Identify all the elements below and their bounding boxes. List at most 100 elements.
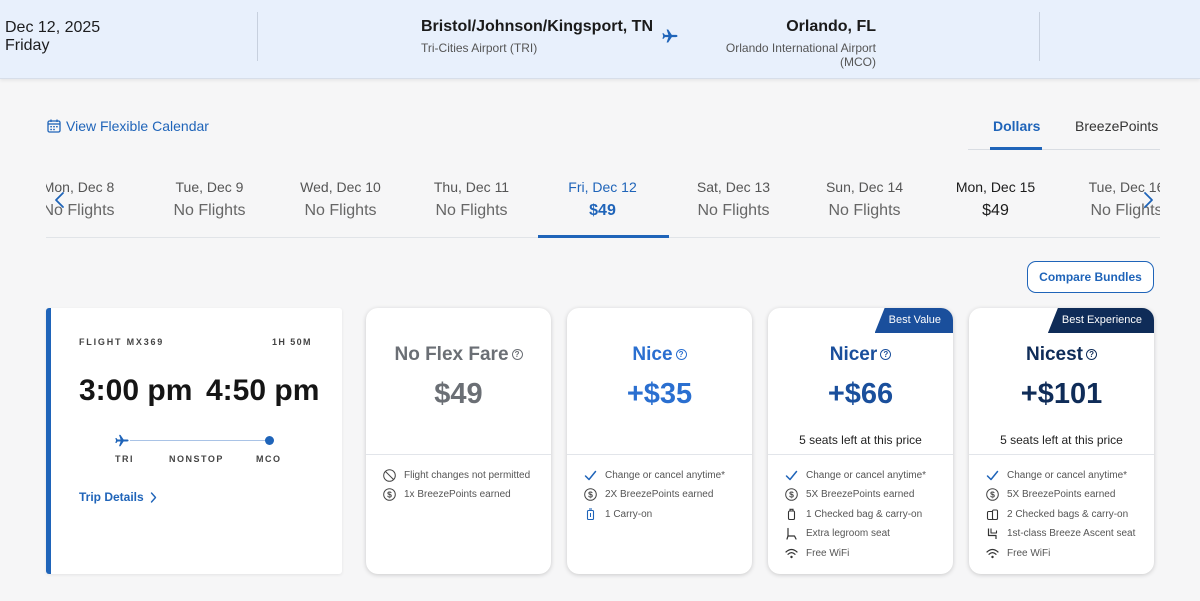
compare-bundles-button[interactable]: Compare Bundles	[1027, 261, 1154, 293]
fare-card-nicest[interactable]: Best Experience Nicest? +$101 5 seats left …	[969, 308, 1154, 574]
view-flexible-calendar-label: View Flexible Calendar	[66, 118, 209, 134]
fare-feature-text: 1x BreezePoints earned	[404, 489, 511, 500]
stops-label: NONSTOP	[169, 454, 224, 464]
date-option-price: No Flights	[173, 202, 246, 219]
date-option-price: No Flights	[828, 202, 901, 219]
fare-name: No Flex Fare?	[366, 344, 551, 366]
header-divider	[257, 12, 258, 61]
dollar-icon: $	[382, 488, 396, 502]
flight-info-card: FLIGHT MX369 1H 50M 3:00 pm 4:50 pm TRI …	[46, 308, 342, 574]
help-icon[interactable]: ?	[880, 349, 892, 360]
fare-feature-text: 1 Carry-on	[605, 508, 653, 520]
date-option[interactable]: Wed, Dec 10 No Flights	[275, 168, 406, 237]
fare-feature-text: Extra legroom seat	[806, 528, 890, 539]
fare-name-label: No Flex Fare	[394, 344, 509, 365]
check-icon	[985, 468, 999, 482]
date-option-price: No Flights	[697, 202, 770, 219]
chevron-right-icon[interactable]	[1140, 190, 1156, 210]
seats-left-notice: 5 seats left at this price	[799, 433, 922, 447]
date-option-price: No Flights	[46, 202, 115, 219]
date-strip: Mon, Dec 8 No Flights Tue, Dec 9 No Flights…	[46, 168, 1160, 238]
fare-name: Nicer?	[768, 344, 953, 366]
fare-card-nice[interactable]: Nice? +$35 Change or cancel anytime* $2X Br…	[567, 308, 752, 574]
calendar-icon	[47, 119, 61, 133]
departure-time: 3:00 pm	[79, 374, 193, 407]
tab-breezepoints[interactable]: BreezePoints	[1075, 118, 1158, 134]
fare-feature-text: Free WiFi	[1007, 547, 1051, 559]
date-option-day: Mon, Dec 8	[46, 179, 115, 195]
check-icon	[784, 468, 798, 482]
fare-feature-text: 2 Checked bags & carry-on	[1007, 508, 1129, 520]
date-option-day: Thu, Dec 11	[433, 179, 510, 195]
route-line	[130, 440, 268, 441]
flight-number: FLIGHT MX369	[79, 337, 165, 347]
fare-badge: Best Experience	[1047, 308, 1154, 333]
date-option[interactable]: Thu, Dec 11 No Flights	[406, 168, 537, 237]
fare-feature-text: Change or cancel anytime*	[605, 469, 726, 481]
dollar-icon: $	[985, 488, 999, 502]
airplane-icon	[115, 434, 129, 447]
fare-feature: 1st-class Breeze Ascent seat	[985, 527, 1135, 541]
destination-dot	[265, 436, 274, 445]
flight-duration: 1H 50M	[272, 337, 312, 347]
dollar-icon: $	[583, 488, 597, 502]
fare-feature: Change or cancel anytime*	[784, 468, 926, 482]
fare-feature-text: 2X BreezePoints earned	[605, 489, 714, 500]
date-option[interactable]: Mon, Dec 8 No Flights	[46, 168, 144, 237]
tab-dollars[interactable]: Dollars	[993, 118, 1040, 134]
help-icon[interactable]: ?	[1086, 349, 1098, 360]
fare-card-no-flex-fare[interactable]: No Flex Fare? $49 Flight changes not permi…	[366, 308, 551, 574]
checked-bag-icon	[784, 507, 798, 521]
arrival-time: 4:50 pm	[206, 374, 320, 407]
destination-city: Orlando, FL	[786, 18, 876, 35]
date-option-selected[interactable]: Fri, Dec 12 $49	[537, 168, 668, 237]
fare-feature-text: 1 Checked bag & carry-on	[806, 508, 923, 520]
fare-feature: Free WiFi	[784, 546, 849, 560]
fare-feature: $1x BreezePoints earned	[382, 488, 511, 502]
chevron-right-icon	[150, 491, 156, 503]
selected-date-indicator	[538, 235, 669, 238]
date-option-day: Sat, Dec 13	[696, 179, 771, 195]
fare-feature-text: 5X BreezePoints earned	[1007, 489, 1116, 500]
fare-feature: Extra legroom seat	[784, 527, 890, 541]
date-option[interactable]: Sat, Dec 13 No Flights	[668, 168, 799, 237]
date-option-price: No Flights	[435, 202, 508, 219]
help-icon[interactable]: ?	[675, 349, 687, 360]
fare-badge: Best Value	[874, 308, 953, 333]
trip-details-link[interactable]: Trip Details	[79, 490, 157, 504]
header-divider	[1039, 12, 1040, 61]
date-option[interactable]: Tue, Dec 9 No Flights	[144, 168, 275, 237]
fare-feature: Free WiFi	[985, 546, 1050, 560]
date-option[interactable]: Sun, Dec 14 No Flights	[799, 168, 930, 237]
fare-feature: 1 Carry-on	[583, 507, 652, 521]
date-option-day: Tue, Dec 9	[175, 179, 244, 195]
help-icon[interactable]: ?	[511, 349, 523, 360]
tab-active-indicator	[990, 147, 1042, 150]
fare-price: +$66	[827, 378, 894, 410]
fare-card-nicer[interactable]: Best Value Nicer? +$66 5 seats left at this…	[768, 308, 953, 574]
airplane-icon	[662, 29, 678, 43]
carry-on-icon	[583, 507, 597, 521]
flight-card-accent	[46, 308, 51, 574]
date-option[interactable]: Mon, Dec 15 $49	[930, 168, 1061, 237]
fare-feature: 2 Checked bags & carry-on	[985, 507, 1128, 521]
check-icon	[583, 468, 597, 482]
currency-tabs: Dollars BreezePoints	[968, 116, 1160, 150]
origin-airport: Tri-Cities Airport (TRI)	[421, 41, 538, 55]
fare-name-label: Nice	[632, 344, 673, 365]
fare-name: Nicest?	[969, 344, 1154, 366]
trip-header: Dec 12, 2025 Friday Bristol/Johnson/King…	[0, 0, 1200, 79]
svg-text:$: $	[990, 490, 995, 500]
seats-left-notice: 5 seats left at this price	[1000, 433, 1123, 447]
wifi-icon	[784, 546, 798, 560]
fare-divider	[366, 454, 551, 455]
origin-city: Bristol/Johnson/Kingsport, TN	[421, 18, 653, 35]
date-option-day: Mon, Dec 15	[955, 179, 1036, 195]
fare-feature: $2X BreezePoints earned	[583, 488, 713, 502]
first-class-seat-icon	[985, 527, 999, 541]
fare-feature-text: Change or cancel anytime*	[806, 469, 927, 481]
date-option-price: $49	[589, 202, 616, 219]
view-flexible-calendar-link[interactable]: View Flexible Calendar	[47, 118, 209, 134]
fare-feature: 1 Checked bag & carry-on	[784, 507, 922, 521]
svg-text:$: $	[789, 490, 794, 500]
